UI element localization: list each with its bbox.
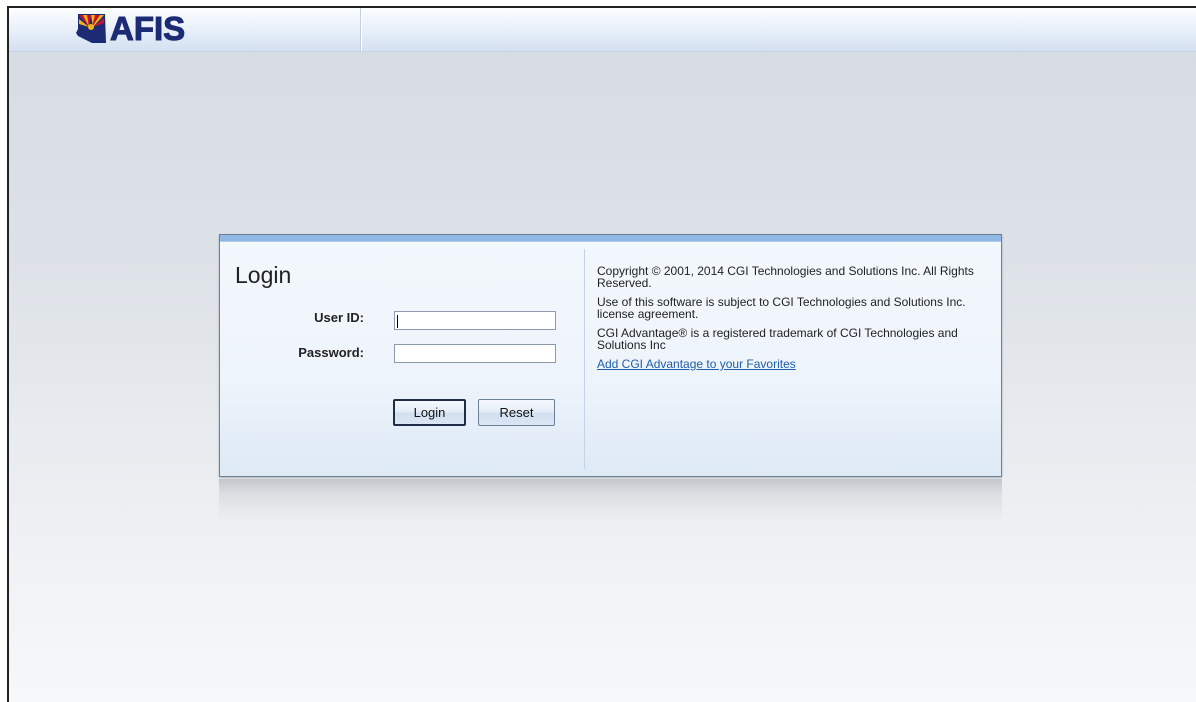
panel-accent-strip xyxy=(220,235,1001,242)
reset-button[interactable]: Reset xyxy=(478,399,555,426)
arizona-state-sunburst-icon xyxy=(76,14,106,43)
password-label: Password: xyxy=(298,345,364,360)
user-id-label: User ID: xyxy=(314,310,364,325)
afis-logo: AFIS xyxy=(75,10,186,47)
header-bar: AFIS xyxy=(9,8,1196,52)
text-caret xyxy=(397,315,398,328)
copyright-text: Copyright © 2001, 2014 CGI Technologies … xyxy=(597,264,974,290)
panel-column-divider xyxy=(584,249,585,469)
login-title: Login xyxy=(235,262,292,288)
login-button[interactable]: Login xyxy=(393,399,466,426)
info-section: Copyright © 2001, 2014 CGI Technologies … xyxy=(597,265,992,377)
user-id-input[interactable] xyxy=(394,311,556,330)
password-input[interactable] xyxy=(394,344,556,363)
header-divider xyxy=(360,8,361,51)
license-text: Use of this software is subject to CGI T… xyxy=(597,295,966,321)
trademark-text: CGI Advantage® is a registered trademark… xyxy=(597,326,958,352)
login-panel: Login User ID: Password: Login Reset Cop… xyxy=(219,234,1002,477)
logo-text: AFIS xyxy=(109,10,186,47)
add-favorites-link[interactable]: Add CGI Advantage to your Favorites xyxy=(597,357,796,371)
browser-content-frame: AFIS Login User ID: Password: Login Rese… xyxy=(7,6,1196,702)
panel-reflection xyxy=(219,479,1002,521)
